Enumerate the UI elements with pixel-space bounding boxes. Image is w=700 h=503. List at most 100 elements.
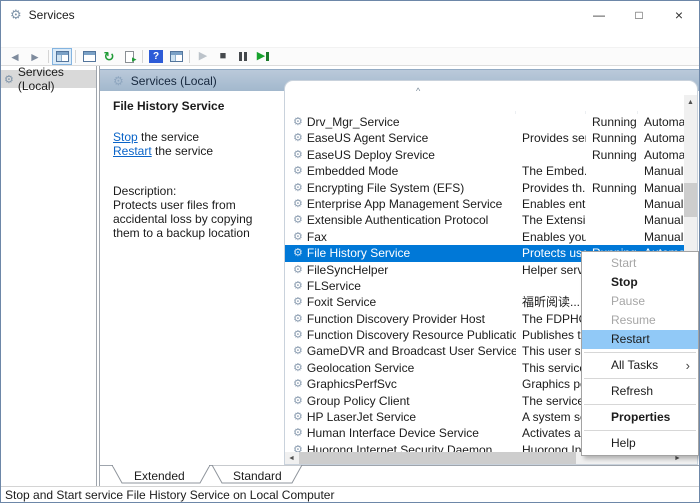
tree-item-services-local[interactable]: ⚙ Services (Local): [1, 70, 96, 88]
service-desc-cell: The Extensi...: [516, 212, 586, 228]
service-status-cell: Running: [586, 114, 638, 130]
service-name: EaseUS Deploy Srevice: [307, 147, 435, 163]
tree-item-label: Services (Local): [18, 65, 96, 93]
context-menu-item[interactable]: Stop: [582, 273, 698, 292]
export-list-button[interactable]: ▸: [119, 48, 139, 65]
table-row[interactable]: ⚙Drv_Mgr_Service Running Automatic: [285, 114, 684, 130]
service-gear-icon: ⚙: [293, 425, 303, 441]
context-menu-item[interactable]: Properties: [582, 408, 698, 427]
start-service-button[interactable]: ▶: [193, 48, 213, 65]
view-tab-strip: Extended Standard: [100, 465, 699, 486]
context-menu-item[interactable]: [584, 430, 696, 431]
submenu-arrow-icon: ›: [686, 356, 690, 375]
context-menu-item[interactable]: [584, 404, 696, 405]
table-row[interactable]: ⚙Extensible Authentication Protocol The …: [285, 212, 684, 228]
scroll-left-icon[interactable]: ◄: [285, 455, 298, 462]
context-menu-item[interactable]: Start: [582, 254, 698, 273]
context-menu-item[interactable]: Resume: [582, 311, 698, 330]
properties-toolbar-button[interactable]: [79, 48, 99, 65]
scroll-up-icon[interactable]: ▲: [684, 95, 697, 109]
vertical-scroll-thumb[interactable]: [684, 183, 697, 217]
status-bar: Stop and Start service File History Serv…: [1, 486, 699, 502]
service-desc-cell: The FDPHO...: [516, 311, 586, 327]
service-name: Enterprise App Management Service: [307, 196, 502, 212]
context-menu-item[interactable]: Pause: [582, 292, 698, 311]
service-gear-icon: ⚙: [293, 327, 303, 343]
service-name: HP LaserJet Service: [307, 409, 416, 425]
column-header[interactable]: [586, 111, 638, 114]
restart-service-link[interactable]: Restart: [113, 144, 152, 158]
services-gear-icon: ⚙: [10, 7, 22, 23]
stop-service-icon: ■: [220, 51, 227, 62]
window-controls: — □ ×: [579, 1, 699, 29]
menu-bar-item[interactable]: [35, 29, 51, 47]
table-row[interactable]: ⚙EaseUS Agent Service Provides ser... Ru…: [285, 130, 684, 146]
menu-bar-item[interactable]: [19, 29, 35, 47]
toolbar-separator: [189, 50, 190, 63]
menu-bar-item[interactable]: [51, 29, 67, 47]
stop-service-link[interactable]: Stop: [113, 130, 138, 144]
table-row[interactable]: ⚙Encrypting File System (EFS) Provides t…: [285, 180, 684, 196]
minimize-button[interactable]: —: [579, 1, 619, 29]
pause-service-button[interactable]: [233, 48, 253, 65]
table-row[interactable]: ⚙EaseUS Deploy Srevice Running Automatic: [285, 147, 684, 163]
forward-button[interactable]: ►: [25, 48, 45, 65]
tab-extended[interactable]: Extended: [134, 469, 185, 483]
service-name: FileSyncHelper: [307, 262, 388, 278]
table-row[interactable]: ⚙Enterprise App Management Service Enabl…: [285, 196, 684, 212]
service-startup-cell: Automatic: [638, 147, 684, 163]
service-gear-icon: ⚙: [293, 409, 303, 425]
service-name: Fax: [307, 229, 327, 245]
show-action-pane-button[interactable]: [166, 48, 186, 65]
show-console-tree-button[interactable]: [52, 48, 72, 65]
restart-service-button[interactable]: ▶: [253, 48, 273, 65]
service-name: Embedded Mode: [307, 163, 398, 179]
service-startup-cell: Manual: [638, 196, 684, 212]
service-name: Drv_Mgr_Service: [307, 114, 400, 130]
service-name: GraphicsPerfSvc: [307, 376, 397, 392]
context-menu-item[interactable]: [584, 378, 696, 379]
service-gear-icon: ⚙: [293, 393, 303, 409]
services-window: ⚙ Services — □ × ◄ ► ↻ ▸ ? ▶ ■ ▶ ⚙: [0, 0, 700, 503]
properties-window-icon: [83, 51, 96, 62]
toolbar: ◄ ► ↻ ▸ ? ▶ ■ ▶: [1, 48, 699, 66]
refresh-button[interactable]: ↻: [99, 48, 119, 65]
table-row[interactable]: ⚙Embedded Mode The Embed... Manual: [285, 163, 684, 179]
table-row[interactable]: ⚙Fax Enables you... Manual: [285, 229, 684, 245]
maximize-button[interactable]: □: [619, 1, 659, 29]
context-menu: Start Stop Pause Resume Restart All Task…: [581, 251, 699, 456]
menu-bar-item[interactable]: [3, 29, 19, 47]
column-header[interactable]: [516, 111, 586, 114]
context-menu-item[interactable]: All Tasks ›: [582, 356, 698, 375]
back-button[interactable]: ◄: [5, 48, 25, 65]
service-desc-cell: A system se...: [516, 409, 586, 425]
service-gear-icon: ⚙: [293, 343, 303, 359]
column-header[interactable]: [638, 111, 684, 114]
service-gear-icon: ⚙: [293, 245, 303, 261]
status-text: Stop and Start service File History Serv…: [5, 488, 334, 502]
scope-header-label: Services (Local): [131, 74, 217, 88]
help-button[interactable]: ?: [146, 48, 166, 65]
service-name: File History Service: [307, 245, 410, 261]
menu-item-label: Properties: [611, 410, 670, 424]
menu-item-label: Resume: [611, 313, 656, 327]
close-button[interactable]: ×: [659, 1, 699, 29]
service-name: Function Discovery Provider Host: [307, 311, 485, 327]
menu-item-label: Pause: [611, 294, 645, 308]
service-status-cell: Running: [586, 130, 638, 146]
service-gear-icon: ⚙: [293, 360, 303, 376]
tab-standard[interactable]: Standard: [233, 469, 282, 483]
context-menu-item[interactable]: Refresh: [582, 382, 698, 401]
service-desc-cell: The service i...: [516, 393, 586, 409]
context-menu-item[interactable]: [584, 352, 696, 353]
context-menu-item[interactable]: Restart: [582, 330, 698, 349]
horizontal-scroll-thumb[interactable]: [299, 452, 576, 464]
context-menu-item[interactable]: Help: [582, 434, 698, 453]
export-arrow-icon: ▸: [132, 55, 137, 64]
service-action-links: Stop the service Restart the service: [113, 130, 272, 158]
service-name: Group Policy Client: [307, 393, 410, 409]
toolbar-separator: [48, 50, 49, 63]
column-header[interactable]: [285, 111, 516, 114]
stop-service-button[interactable]: ■: [213, 48, 233, 65]
service-desc-cell: The Embed...: [516, 163, 586, 179]
